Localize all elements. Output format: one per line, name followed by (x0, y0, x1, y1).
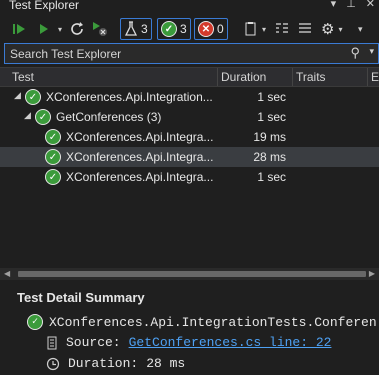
scroll-left-icon[interactable]: ◀ (4, 269, 10, 278)
duration-value: 28 ms (146, 356, 186, 371)
test-duration: 1 sec (257, 90, 286, 104)
chevron-down-icon[interactable]: ▾ (262, 25, 266, 34)
tree-row-class[interactable]: ◢ ✓ GetConferences (3) 1 sec (0, 107, 379, 127)
chevron-down-icon: ▾ (358, 23, 363, 34)
run-cancel-icon (93, 22, 107, 36)
source-link[interactable]: GetConferences.cs line: 22 (129, 335, 332, 350)
passed-filter-button[interactable]: ✓ 3 (157, 18, 191, 40)
column-error[interactable]: E (371, 70, 379, 84)
file-icon (47, 336, 57, 349)
failed-count: 0 (217, 22, 224, 36)
overflow-button[interactable]: ▾ (358, 20, 363, 38)
test-duration: 28 ms (253, 150, 286, 164)
test-duration: 1 sec (257, 110, 286, 124)
test-name: XConferences.Api.Integra... (66, 150, 214, 164)
test-name: XConferences.Api.Integra... (66, 130, 214, 144)
tree-row-test-selected[interactable]: ✓ XConferences.Api.Integra... 28 ms (0, 147, 379, 167)
scroll-right-icon[interactable]: ▶ (369, 269, 375, 278)
title-bar: Test Explorer ▾ ⊥ ✕ (0, 0, 379, 13)
playlist-button[interactable]: ▾ (244, 20, 266, 38)
expand-icon[interactable]: ◢ (14, 90, 21, 101)
column-divider[interactable] (217, 68, 218, 86)
column-divider[interactable] (292, 68, 293, 86)
passed-icon: ✓ (45, 169, 61, 185)
toolbar: ▾ 3 ✓ 3 ✕ 0 ▾ ⚙ ▾ ▾ (0, 13, 379, 43)
detail-test-name: XConferences.Api.IntegrationTests.Confer… (49, 314, 377, 330)
flask-count: 3 (141, 22, 148, 36)
tree-row-test[interactable]: ✓ XConferences.Api.Integra... 1 sec (0, 167, 379, 187)
detail-test-name-row: ✓ XConferences.Api.IntegrationTests.Conf… (27, 314, 377, 330)
repeat-run-button[interactable] (70, 20, 86, 38)
search-box: ⚲ ▾ (4, 43, 379, 64)
settings-button[interactable]: ⚙ ▾ (321, 20, 342, 38)
close-icon[interactable]: ✕ (366, 0, 375, 10)
detail-source-row: Source: GetConferences.cs line: 22 (46, 335, 331, 350)
source-label: Source: (66, 335, 121, 350)
search-icon[interactable]: ⚲ (350, 45, 360, 61)
passed-icon: ✓ (45, 149, 61, 165)
window-controls: ▾ ⊥ ✕ (331, 0, 375, 10)
passed-icon: ✓ (25, 89, 41, 105)
test-duration: 1 sec (257, 170, 286, 184)
list-icon (299, 23, 311, 33)
list-view-button[interactable] (298, 20, 312, 38)
column-divider[interactable] (367, 68, 368, 86)
cancel-run-button[interactable] (92, 20, 108, 38)
test-duration: 19 ms (253, 130, 286, 144)
expand-icon[interactable]: ◢ (24, 110, 31, 121)
pin-icon[interactable]: ⊥ (346, 0, 356, 10)
playlist-icon (245, 22, 256, 36)
dropdown-icon[interactable]: ▾ (331, 0, 337, 10)
passed-count: 3 (180, 22, 187, 36)
run-button[interactable]: ▾ (38, 20, 62, 38)
run-icon (40, 24, 48, 34)
test-name: XConferences.Api.Integra... (66, 170, 214, 184)
check-icon: ✓ (161, 21, 177, 37)
column-traits[interactable]: Traits (296, 70, 326, 84)
run-all-icon (13, 24, 25, 34)
horizontal-scrollbar[interactable]: ◀ ▶ (0, 268, 379, 280)
column-header: Test Duration Traits E (0, 67, 379, 87)
passed-icon: ✓ (45, 129, 61, 145)
duration-label: Duration: (68, 356, 139, 371)
chevron-down-icon[interactable]: ▾ (58, 25, 62, 34)
fail-icon: ✕ (198, 21, 214, 37)
tree-row-project[interactable]: ◢ ✓ XConferences.Api.Integration... 1 se… (0, 87, 379, 107)
test-tree: ◢ ✓ XConferences.Api.Integration... 1 se… (0, 87, 379, 187)
scrollbar-thumb[interactable] (18, 271, 366, 277)
flask-filter-button[interactable]: 3 (120, 18, 152, 40)
test-name: XConferences.Api.Integration... (46, 90, 213, 104)
window-title: Test Explorer (9, 0, 80, 12)
test-name: GetConferences (3) (56, 110, 162, 124)
failed-filter-button[interactable]: ✕ 0 (194, 18, 228, 40)
column-duration[interactable]: Duration (221, 70, 266, 84)
column-test[interactable]: Test (12, 70, 34, 84)
gear-icon: ⚙ (321, 21, 335, 38)
passed-icon: ✓ (35, 109, 51, 125)
clock-icon (46, 357, 60, 370)
detail-duration-row: Duration: 28 ms (46, 356, 185, 371)
passed-icon: ✓ (27, 314, 43, 330)
group-by-button[interactable] (275, 20, 289, 38)
group-by-icon (276, 23, 288, 33)
repeat-icon (71, 22, 83, 35)
chevron-down-icon[interactable]: ▾ (338, 25, 342, 34)
tree-row-test[interactable]: ✓ XConferences.Api.Integra... 19 ms (0, 127, 379, 147)
chevron-down-icon[interactable]: ▾ (369, 46, 374, 57)
flask-icon (124, 21, 138, 36)
run-all-button[interactable] (12, 20, 28, 38)
detail-summary-title: Test Detail Summary (17, 290, 145, 305)
search-input[interactable] (5, 44, 345, 63)
